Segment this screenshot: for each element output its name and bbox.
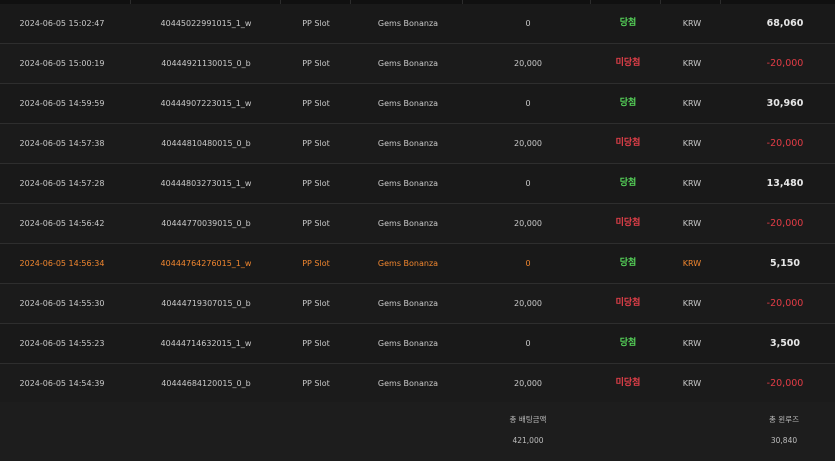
row-win-amount: -20,000: [766, 138, 804, 149]
row-bet-amount: 20,000: [514, 379, 542, 388]
row-datetime: 2024-06-05 14:55:30: [19, 299, 105, 308]
table-row[interactable]: 2024-06-05 14:55:30 40444719307015_0_b PP …: [0, 284, 835, 324]
table-row[interactable]: 2024-06-05 14:56:42 40444770039015_0_b PP …: [0, 204, 835, 244]
table-summary: 총 배팅금액 421,000 총 윈루즈 30,840: [0, 402, 835, 461]
row-game-type: PP Slot: [302, 59, 330, 68]
row-game-type: PP Slot: [302, 99, 330, 108]
row-datetime: 2024-06-05 14:55:23: [19, 339, 105, 348]
row-bet-amount: 0: [525, 99, 531, 108]
row-game-name: Gems Bonanza: [377, 139, 439, 148]
row-win-amount: -20,000: [766, 58, 804, 69]
table-row[interactable]: 2024-06-05 14:57:28 40444803273015_1_w PP …: [0, 164, 835, 204]
row-bet-amount: 20,000: [514, 139, 542, 148]
row-game-type: PP Slot: [302, 139, 330, 148]
table-row[interactable]: 2024-06-05 14:54:39 40444684120015_0_b PP …: [0, 364, 835, 404]
row-game-name: Gems Bonanza: [377, 19, 439, 28]
row-game-type: PP Slot: [302, 19, 330, 28]
row-game-name: Gems Bonanza: [377, 59, 439, 68]
row-game-name: Gems Bonanza: [377, 259, 439, 268]
row-bet-amount: 0: [525, 179, 531, 188]
row-result: 미당첨: [615, 378, 641, 388]
row-datetime: 2024-06-05 14:54:39: [19, 379, 105, 388]
row-bet-id: 40444684120015_0_b: [161, 379, 251, 388]
row-result: 당첨: [619, 18, 637, 28]
row-game-type: PP Slot: [302, 339, 330, 348]
row-currency: KRW: [682, 179, 702, 188]
row-bet-amount: 0: [525, 259, 531, 268]
row-currency: KRW: [682, 219, 702, 228]
row-bet-amount: 20,000: [514, 59, 542, 68]
table-row[interactable]: 2024-06-05 14:59:59 40444907223015_1_w PP …: [0, 84, 835, 124]
row-win-amount: 30,960: [766, 98, 804, 109]
row-bet-id: 40444921130015_0_b: [161, 59, 251, 68]
row-win-amount: 3,500: [769, 338, 801, 349]
row-bet-amount: 20,000: [514, 299, 542, 308]
row-result: 당첨: [619, 258, 637, 268]
row-result: 미당첨: [615, 138, 641, 148]
row-currency: KRW: [682, 139, 702, 148]
row-datetime: 2024-06-05 15:02:47: [19, 19, 105, 28]
row-game-type: PP Slot: [302, 179, 330, 188]
row-game-name: Gems Bonanza: [377, 339, 439, 348]
bet-history-table: 2024-06-05 15:02:47 40445022991015_1_w PP …: [0, 0, 835, 461]
row-currency: KRW: [682, 19, 702, 28]
row-win-amount: -20,000: [766, 298, 804, 309]
row-win-amount: -20,000: [766, 218, 804, 229]
row-game-type: PP Slot: [302, 379, 330, 388]
row-datetime: 2024-06-05 14:57:28: [19, 179, 105, 188]
row-currency: KRW: [682, 379, 702, 388]
row-result: 미당첨: [615, 58, 641, 68]
row-win-amount: -20,000: [766, 378, 804, 389]
table-row[interactable]: 2024-06-05 15:02:47 40445022991015_1_w PP …: [0, 4, 835, 44]
row-bet-id: 40445022991015_1_w: [160, 19, 252, 28]
row-datetime: 2024-06-05 14:59:59: [19, 99, 105, 108]
row-bet-amount: 20,000: [514, 219, 542, 228]
row-bet-amount: 0: [525, 19, 531, 28]
row-currency: KRW: [682, 59, 702, 68]
table-row[interactable]: 2024-06-05 14:57:38 40444810480015_0_b PP …: [0, 124, 835, 164]
row-result: 당첨: [619, 98, 637, 108]
row-bet-amount: 0: [525, 339, 531, 348]
row-result: 당첨: [619, 338, 637, 348]
row-bet-id: 40444810480015_0_b: [161, 139, 251, 148]
table-row[interactable]: 2024-06-05 15:00:19 40444921130015_0_b PP …: [0, 44, 835, 84]
total-bet-label: 총 배팅금액: [509, 415, 547, 424]
row-win-amount: 68,060: [766, 18, 804, 29]
row-currency: KRW: [682, 299, 702, 308]
row-currency: KRW: [682, 259, 702, 268]
total-winloss-label: 총 윈루즈: [769, 415, 799, 424]
total-bet-value: 421,000: [512, 436, 544, 445]
table-row[interactable]: 2024-06-05 14:56:34 40444764276015_1_w PP …: [0, 244, 835, 284]
row-currency: KRW: [682, 339, 702, 348]
row-bet-id: 40444764276015_1_w: [160, 259, 252, 268]
row-game-name: Gems Bonanza: [377, 299, 439, 308]
row-game-name: Gems Bonanza: [377, 379, 439, 388]
row-bet-id: 40444714632015_1_w: [160, 339, 252, 348]
row-result: 미당첨: [615, 298, 641, 308]
row-datetime: 2024-06-05 14:56:42: [19, 219, 105, 228]
row-bet-id: 40444770039015_0_b: [161, 219, 251, 228]
total-winloss-value: 30,840: [770, 436, 798, 445]
row-bet-id: 40444907223015_1_w: [160, 99, 252, 108]
row-game-type: PP Slot: [302, 259, 330, 268]
row-datetime: 2024-06-05 14:56:34: [19, 259, 105, 268]
row-game-name: Gems Bonanza: [377, 179, 439, 188]
row-win-amount: 5,150: [769, 258, 801, 269]
row-result: 당첨: [619, 178, 637, 188]
row-bet-id: 40444803273015_1_w: [160, 179, 252, 188]
row-bet-id: 40444719307015_0_b: [161, 299, 251, 308]
row-result: 미당첨: [615, 218, 641, 228]
row-win-amount: 13,480: [766, 178, 804, 189]
table-row[interactable]: 2024-06-05 14:55:23 40444714632015_1_w PP …: [0, 324, 835, 364]
row-datetime: 2024-06-05 14:57:38: [19, 139, 105, 148]
row-datetime: 2024-06-05 15:00:19: [19, 59, 105, 68]
row-currency: KRW: [682, 99, 702, 108]
row-game-name: Gems Bonanza: [377, 219, 439, 228]
row-game-type: PP Slot: [302, 219, 330, 228]
row-game-type: PP Slot: [302, 299, 330, 308]
row-game-name: Gems Bonanza: [377, 99, 439, 108]
